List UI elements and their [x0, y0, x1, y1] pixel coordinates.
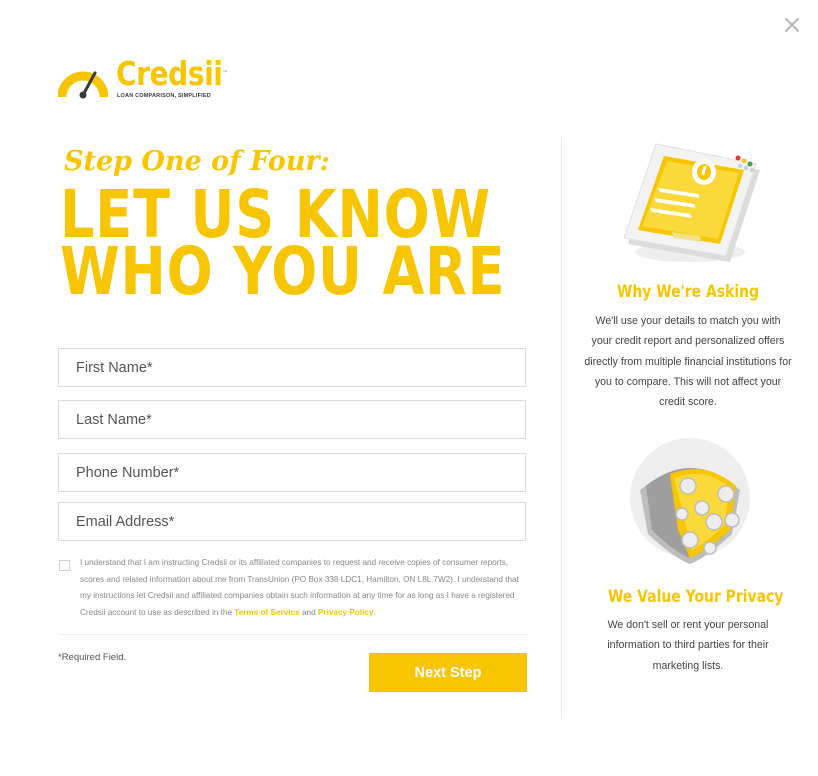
privacy-text: We don't sell or rent your personal info…: [607, 619, 769, 672]
terms-of-service-link[interactable]: Terms of Service: [234, 608, 299, 617]
login-form-illustration: [623, 143, 760, 262]
why-asking-title: Why We're Asking: [616, 282, 760, 302]
last-name-field: [58, 400, 526, 439]
privacy-title: We Value Your Privacy: [608, 587, 784, 607]
divider: [58, 634, 527, 635]
shield-illustration: [630, 438, 750, 564]
page-headline: LET US KNOW WHO YOU ARE: [60, 182, 506, 310]
privacy-policy-link[interactable]: Privacy Policy: [318, 608, 374, 617]
logo-wordmark: Credsii™: [116, 54, 228, 93]
headline-line-2: WHO YOU ARE: [60, 233, 506, 310]
last-name-input[interactable]: [59, 401, 525, 438]
email-input[interactable]: [59, 503, 525, 540]
step-label: Step One of Four:: [64, 146, 330, 177]
why-asking-text: We'll use your details to match you with…: [584, 315, 792, 409]
speedometer-icon: [58, 71, 108, 99]
email-field: [58, 502, 526, 541]
credsii-logo: Credsii™ LOAN COMPARISON, SIMPLIFIED: [58, 55, 228, 105]
first-name-field: [58, 348, 526, 387]
vertical-divider: [561, 138, 562, 718]
close-icon[interactable]: ×: [780, 12, 804, 38]
phone-input[interactable]: [59, 454, 525, 491]
required-field-note: *Required Field.: [58, 652, 127, 663]
consent-text: I understand that I am instructing Creds…: [80, 558, 519, 617]
phone-field: [58, 453, 526, 492]
logo-tagline: LOAN COMPARISON, SIMPLIFIED: [117, 93, 211, 99]
consent-checkbox[interactable]: [59, 560, 70, 571]
first-name-input[interactable]: [59, 349, 525, 386]
next-step-button[interactable]: Next Step: [369, 653, 527, 692]
